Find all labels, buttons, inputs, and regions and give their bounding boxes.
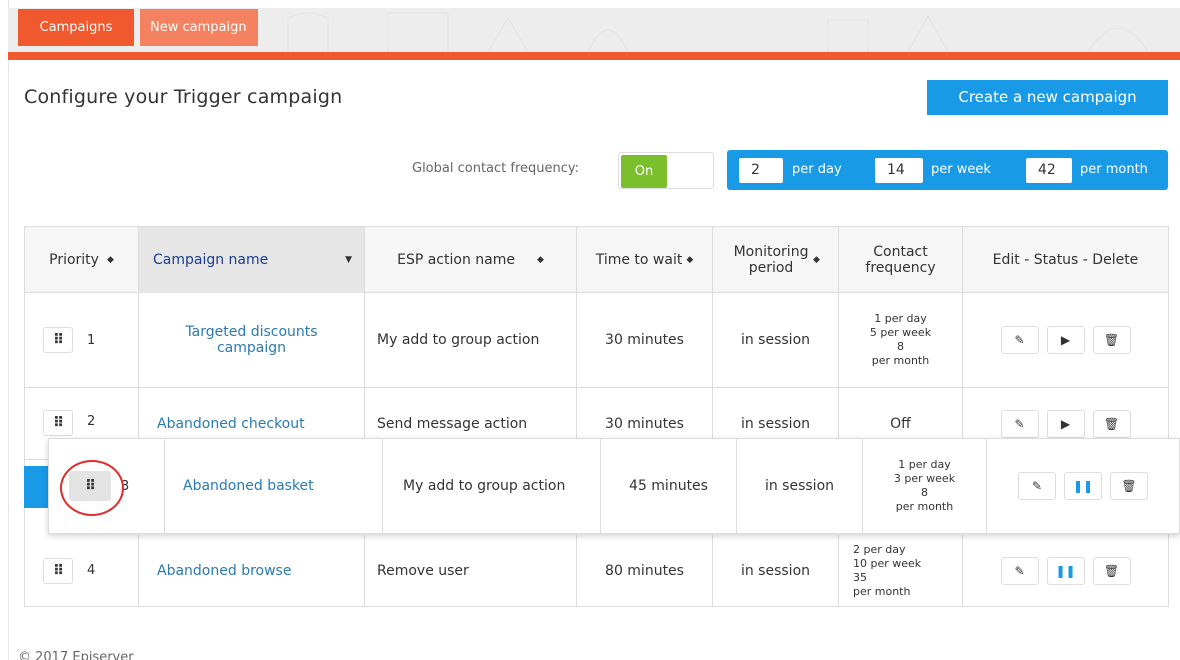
tab-strip <box>8 52 1180 60</box>
frequency-line: 8 <box>897 340 904 353</box>
table-row: ⠿ 4 Abandoned browse Remove user 80 minu… <box>25 535 1168 606</box>
trash-icon[interactable]: 🗑 <box>1092 326 1131 354</box>
per-day-input[interactable]: 2 <box>739 158 783 183</box>
column-monitoring-period-label: Monitoring period <box>733 244 809 276</box>
page-title: Configure your Trigger campaign <box>24 86 343 108</box>
per-month-input[interactable]: 42 <box>1026 158 1072 183</box>
dragged-row[interactable]: ⠿ 3 Abandoned basket My add to group act… <box>48 438 1180 534</box>
actions-cell: ✎ ❚❚ 🗑 <box>987 439 1179 533</box>
frequency-line: 1 per day <box>898 458 951 471</box>
campaign-name-link[interactable]: Abandoned basket <box>183 478 314 494</box>
column-campaign-name-label: Campaign name <box>153 252 269 268</box>
frequency-limits: 2 per day 14 per week 42 per month <box>727 150 1168 190</box>
create-campaign-button[interactable]: Create a new campaign <box>927 80 1168 115</box>
per-week-label: per week <box>931 162 991 177</box>
frequency-line: 2 per day <box>853 542 906 556</box>
esp-action-cell: My add to group action <box>383 439 601 533</box>
tab-campaigns[interactable]: Campaigns <box>18 9 134 46</box>
drag-handle-icon[interactable]: ⠿ <box>43 410 73 436</box>
esp-action-cell: My add to group action <box>365 293 577 387</box>
header-decoration <box>287 12 1149 52</box>
per-day-label: per day <box>792 162 842 177</box>
drag-handle-icon[interactable]: ⠿ <box>43 327 73 353</box>
monitoring-period-cell: in session <box>737 439 863 533</box>
time-to-wait-cell: 80 minutes <box>577 535 713 606</box>
campaign-name-cell: Abandoned browse <box>139 535 365 606</box>
column-campaign-name[interactable]: Campaign name ▼ <box>139 227 365 293</box>
pause-icon[interactable]: ❚❚ <box>1064 472 1102 500</box>
campaign-name-link[interactable]: Abandoned checkout <box>157 416 305 432</box>
priority-cell: ⠿ 1 <box>25 293 139 387</box>
table-header: Priority ◆ Campaign name ▼ ESP action na… <box>25 227 1168 293</box>
priority-number: 4 <box>87 563 96 578</box>
pencil-icon[interactable]: ✎ <box>1000 410 1039 438</box>
monitoring-period-cell: in session <box>713 293 839 387</box>
column-monitoring-period[interactable]: Monitoring period ◆ <box>713 227 839 293</box>
highlight-circle <box>60 460 124 516</box>
column-contact-frequency-label: Contact frequency <box>865 244 936 276</box>
sort-icon: ◆ <box>106 255 114 265</box>
toggle-on-label: On <box>621 155 667 188</box>
column-actions-label: Edit - Status - Delete <box>992 252 1139 268</box>
contact-frequency-cell: 1 per day 5 per week 8 per month <box>839 293 963 387</box>
per-week-input[interactable]: 14 <box>875 158 923 183</box>
contact-frequency-cell: 2 per day 10 per week 35 per month <box>839 535 963 606</box>
tab-new-campaign[interactable]: New campaign <box>140 9 258 46</box>
sort-icon: ◆ <box>536 255 544 265</box>
trash-icon[interactable]: 🗑 <box>1092 556 1131 585</box>
pencil-icon[interactable]: ✎ <box>1000 326 1039 354</box>
table-row: ⠿ 1 Targeted discounts campaign My add t… <box>25 293 1168 388</box>
frequency-line: 35 <box>853 570 867 584</box>
frequency-line: per month <box>853 584 911 598</box>
monitoring-period-cell: in session <box>713 535 839 606</box>
caret-down-icon: ▼ <box>345 255 352 265</box>
per-month-label: per month <box>1080 162 1148 177</box>
actions-cell: ✎ ❚❚ 🗑 <box>963 535 1168 606</box>
column-priority-label: Priority <box>49 252 99 268</box>
frequency-line: 10 per week <box>853 556 922 570</box>
drop-indicator <box>24 466 48 508</box>
campaign-name-link[interactable]: Abandoned browse <box>157 563 291 579</box>
actions-cell: ✎ ▶ 🗑 <box>963 293 1168 387</box>
campaign-name-cell: Abandoned basket <box>165 439 383 533</box>
time-to-wait-cell: 30 minutes <box>577 293 713 387</box>
sort-icon: ◆ <box>686 255 694 265</box>
column-esp-action-label: ESP action name <box>397 252 515 268</box>
frequency-toggle[interactable]: On <box>618 152 714 189</box>
column-esp-action[interactable]: ESP action name ◆ <box>365 227 577 293</box>
priority-number: 2 <box>87 414 96 429</box>
priority-number: 1 <box>87 332 96 348</box>
time-to-wait-cell: 45 minutes <box>601 439 737 533</box>
frequency-line: per month <box>895 500 954 513</box>
frequency-line: per month <box>871 354 930 367</box>
pencil-icon[interactable]: ✎ <box>1000 556 1039 585</box>
frequency-line: 8 <box>921 486 928 499</box>
priority-cell: ⠿ 4 <box>25 535 139 606</box>
drag-handle-icon[interactable]: ⠿ <box>43 557 73 584</box>
trash-icon[interactable]: 🗑 <box>1110 472 1148 500</box>
column-time-to-wait-label: Time to wait <box>595 252 683 268</box>
esp-action-cell: Remove user <box>365 535 577 606</box>
column-priority[interactable]: Priority ◆ <box>25 227 139 293</box>
play-icon[interactable]: ▶ <box>1046 326 1085 354</box>
pause-icon[interactable]: ❚❚ <box>1046 556 1085 585</box>
frequency-line: 3 per week <box>893 472 956 485</box>
column-actions: Edit - Status - Delete <box>963 227 1168 293</box>
sort-icon: ◆ <box>813 255 820 265</box>
column-contact-frequency: Contact frequency <box>839 227 963 293</box>
page-border <box>8 0 9 660</box>
trash-icon[interactable]: 🗑 <box>1092 410 1131 438</box>
contact-frequency-cell: 1 per day 3 per week 8 per month <box>863 439 987 533</box>
frequency-line: 1 per day <box>874 312 927 325</box>
campaign-name-cell: Targeted discounts campaign <box>139 293 365 387</box>
footer-copyright: © 2017 Episerver <box>18 650 134 660</box>
pencil-icon[interactable]: ✎ <box>1018 472 1056 500</box>
column-time-to-wait[interactable]: Time to wait ◆ <box>577 227 713 293</box>
campaign-name-link[interactable]: Targeted discounts campaign <box>182 324 322 356</box>
play-icon[interactable]: ▶ <box>1046 410 1085 438</box>
global-frequency-label: Global contact frequency: <box>412 161 580 176</box>
frequency-line: 5 per week <box>869 326 932 339</box>
campaign-table: Priority ◆ Campaign name ▼ ESP action na… <box>24 226 1169 607</box>
